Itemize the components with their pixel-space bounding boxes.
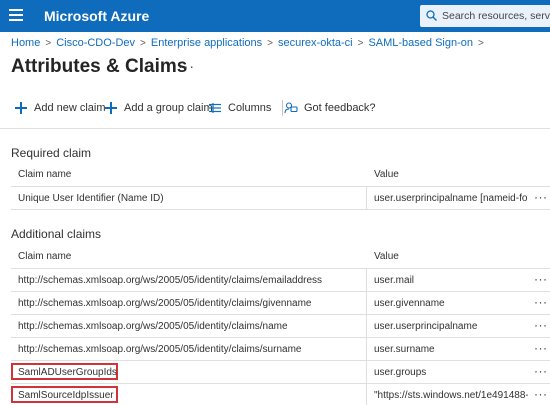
search-icon (426, 10, 437, 21)
plus-icon (104, 101, 118, 115)
page-more-button[interactable]: ··· (178, 58, 195, 74)
claim-name[interactable]: SamlADUserGroupIds (18, 367, 363, 378)
claim-name[interactable]: http://schemas.xmlsoap.org/ws/2005/05/id… (18, 321, 363, 332)
toolbar-divider-line (0, 128, 550, 129)
columns-icon (209, 103, 221, 113)
row-divider (11, 186, 550, 187)
column-divider (366, 269, 367, 291)
required-claim-heading: Required claim (11, 146, 92, 160)
row-more-button[interactable]: ··· (534, 387, 548, 401)
column-divider (366, 315, 367, 337)
row-more-button[interactable]: ··· (534, 295, 548, 309)
claim-name[interactable]: http://schemas.xmlsoap.org/ws/2005/05/id… (18, 275, 363, 286)
row-divider (11, 314, 550, 315)
hamburger-menu-icon[interactable] (9, 9, 23, 23)
row-divider (11, 209, 550, 210)
row-divider (11, 291, 550, 292)
breadcrumb-saml-sso[interactable]: SAML-based Sign-on (368, 37, 473, 49)
claim-value: user.userprincipalname (374, 321, 478, 332)
claim-value: user.surname (374, 344, 435, 355)
claim-value: user.givenname (374, 298, 445, 309)
add-group-claim-label: Add a group claim (124, 102, 213, 114)
chevron-right-icon: > (357, 38, 364, 49)
breadcrumb: Home > Cisco-CDO-Dev > Enterprise applicatio… (11, 37, 489, 49)
row-more-button[interactable]: ··· (534, 272, 548, 286)
top-bar: Microsoft Azure Search resources, servic… (0, 0, 550, 32)
feedback-label: Got feedback? (304, 102, 376, 114)
add-new-claim-label: Add new claim (34, 102, 106, 114)
row-more-button[interactable]: ··· (534, 341, 548, 355)
chevron-right-icon: > (140, 38, 146, 49)
required-col-value[interactable]: Value (374, 169, 399, 180)
plus-icon (14, 101, 28, 115)
additional-col-claim-name[interactable]: Claim name (18, 251, 71, 262)
row-divider (11, 383, 550, 384)
toolbar-divider (282, 100, 283, 116)
claim-name[interactable]: http://schemas.xmlsoap.org/ws/2005/05/id… (18, 298, 363, 309)
column-divider (366, 292, 367, 314)
column-divider (366, 361, 367, 383)
claim-value: user.groups (374, 367, 427, 378)
feedback-button[interactable]: Got feedback? (284, 98, 376, 118)
chevron-right-icon: > (45, 38, 52, 49)
add-group-claim-button[interactable]: Add a group claim (104, 98, 213, 118)
breadcrumb-enterprise-apps[interactable]: Enterprise applications (151, 37, 262, 49)
add-new-claim-button[interactable]: Add new claim (14, 98, 106, 118)
additional-col-value[interactable]: Value (374, 251, 399, 262)
global-search-input[interactable]: Search resources, services, (420, 5, 550, 27)
page-title: Attributes & Claims (11, 56, 188, 77)
row-divider (11, 268, 550, 269)
row-more-button[interactable]: ··· (534, 318, 548, 332)
claim-name[interactable]: SamlSourceIdpIssuer (18, 390, 363, 401)
column-divider (366, 187, 367, 209)
feedback-icon (284, 102, 298, 114)
row-divider (11, 360, 550, 361)
row-more-button[interactable]: ··· (534, 364, 548, 378)
columns-label: Columns (228, 102, 272, 114)
columns-button[interactable]: Columns (208, 98, 271, 118)
required-col-claim-name[interactable]: Claim name (18, 169, 71, 180)
claim-value: user.mail (374, 275, 415, 286)
additional-claims-heading: Additional claims (11, 227, 102, 241)
chevron-right-icon: > (478, 38, 484, 49)
claim-value: "https://sts.windows.net/1e491488-... (374, 390, 528, 401)
column-divider (366, 338, 367, 360)
search-placeholder: Search resources, services, (442, 10, 550, 22)
column-divider (366, 384, 367, 405)
breadcrumb-tenant[interactable]: Cisco-CDO-Dev (56, 37, 135, 49)
chevron-right-icon: > (267, 38, 274, 49)
breadcrumb-home[interactable]: Home (11, 37, 40, 49)
row-divider (11, 337, 550, 338)
brand-title[interactable]: Microsoft Azure (44, 8, 149, 24)
required-claim-name: Unique User Identifier (Name ID) (18, 193, 164, 204)
breadcrumb-app[interactable]: securex-okta-ci (278, 37, 353, 49)
row-more-button[interactable]: ··· (534, 190, 548, 204)
required-claim-value: user.userprincipalname [nameid-for... (374, 193, 528, 204)
claim-name[interactable]: http://schemas.xmlsoap.org/ws/2005/05/id… (18, 344, 363, 355)
